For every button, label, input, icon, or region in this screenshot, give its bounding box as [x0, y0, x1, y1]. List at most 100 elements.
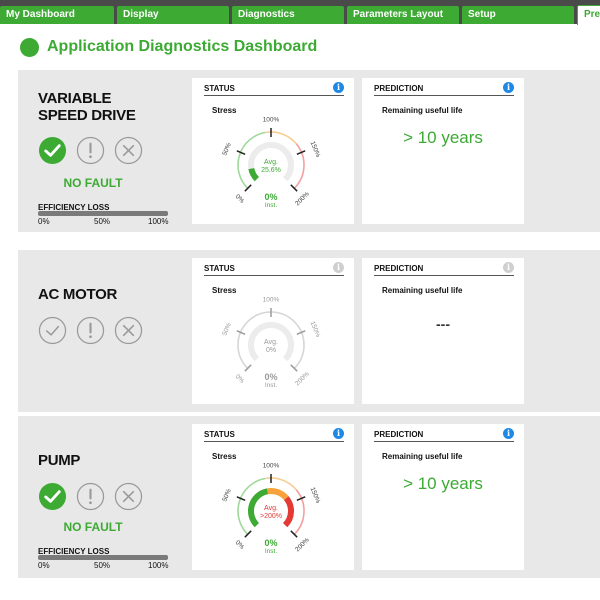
- gauge-scale-label-4: 200%: [294, 536, 311, 553]
- tab-diagnostics[interactable]: Diagnostics: [232, 6, 344, 24]
- status-dot-icon: [20, 37, 39, 57]
- info-icon[interactable]: i: [503, 428, 514, 439]
- status-icons: [38, 136, 148, 166]
- efficiency-tick-100: 100%: [148, 561, 169, 570]
- warning-circle-icon[interactable]: [76, 482, 105, 511]
- device-row-pump: PUMP NO FAULT EFFICIENCY LOSS 0% 50% 100…: [18, 416, 600, 578]
- check-circle-icon[interactable]: [38, 136, 67, 165]
- efficiency-tick-0: 0%: [38, 217, 50, 226]
- remaining-useful-life-value: > 10 years: [403, 474, 483, 493]
- status-card: STATUS i Stress 0% 50% 100% 150% 200% Avg. >20…: [192, 424, 354, 570]
- device-row-variable-speed-drive: VARIABLE SPEED DRIVE NO FAULT EFFICIENCY…: [18, 70, 600, 232]
- remaining-useful-life-value: > 10 years: [403, 128, 483, 147]
- card-divider: [374, 95, 514, 96]
- remaining-useful-life-label: Remaining useful life: [382, 106, 463, 115]
- gauge-scale-label-1: 50%: [221, 142, 233, 157]
- gauge-avg-value: >200%: [260, 513, 282, 520]
- tab-display[interactable]: Display: [117, 6, 229, 24]
- card-divider: [204, 441, 344, 442]
- device-name-line1: PUMP: [38, 452, 81, 469]
- stress-gauge: 0%50%100%150%200%Avg.0%0%Inst.: [221, 297, 321, 390]
- status-icons: [38, 316, 148, 346]
- fault-circle-icon[interactable]: [114, 482, 143, 511]
- gauge-avg-value: 0%: [266, 347, 276, 354]
- efficiency-loss-bar: [38, 555, 168, 560]
- page-title-text: Application Diagnostics Dashboard: [47, 38, 318, 55]
- prediction-card: PREDICTION i Remaining useful life ---: [362, 258, 524, 404]
- stress-gauge: 0%50%100%150%200%Avg.25.6%0%Inst.: [221, 117, 321, 210]
- info-icon[interactable]: i: [503, 82, 514, 93]
- gauge-inst-label: Inst.: [265, 202, 277, 209]
- prediction-card-title: PREDICTION: [374, 84, 424, 93]
- prediction-card-title: PREDICTION: [374, 264, 424, 273]
- gauge-band-2: [293, 489, 305, 535]
- gauge-avg-label: Avg.: [264, 339, 278, 346]
- remaining-useful-life-label: Remaining useful life: [382, 452, 463, 461]
- info-icon[interactable]: i: [333, 262, 344, 273]
- gauge-value-arc: [248, 167, 260, 182]
- stress-gauge: 0%50%100%150%200%Avg.>200%0%Inst.: [221, 463, 321, 556]
- gauge-scale-label-2: 100%: [263, 297, 280, 304]
- device-name-line1: VARIABLE: [38, 90, 112, 107]
- gauge-inst-label: Inst.: [265, 548, 277, 555]
- tab-parameters-layout[interactable]: Parameters Layout: [347, 6, 459, 24]
- efficiency-tick-50: 50%: [94, 217, 111, 226]
- gauge-avg-value: 25.6%: [261, 167, 281, 174]
- gauge-avg-label: Avg.: [264, 505, 278, 512]
- tab-setup[interactable]: Setup: [462, 6, 574, 24]
- device-name-line1: AC MOTOR: [38, 286, 117, 303]
- gauge-value-arc-1: [267, 488, 289, 501]
- gauge-scale-label-0: 0%: [234, 193, 246, 205]
- gauge-band-2: [293, 143, 305, 189]
- status-card-title: STATUS: [204, 84, 235, 93]
- gauge-inst-value: 0%: [264, 372, 277, 382]
- card-divider: [374, 275, 514, 276]
- fault-circle-icon[interactable]: [114, 316, 143, 345]
- efficiency-tick-100: 100%: [148, 217, 169, 226]
- card-divider: [204, 95, 344, 96]
- device-name: AC MOTOR: [38, 286, 117, 303]
- prediction-card: PREDICTION i Remaining useful life > 10 …: [362, 78, 524, 224]
- check-circle-icon[interactable]: [38, 316, 67, 345]
- info-icon[interactable]: i: [503, 262, 514, 273]
- device-name-line2: SPEED DRIVE: [38, 107, 136, 124]
- card-divider: [204, 275, 344, 276]
- gauge-scale-label-1: 50%: [221, 322, 233, 337]
- card-divider: [374, 441, 514, 442]
- device-row-ac-motor: AC MOTOR STATUS i Stress 0% 50% 100% 150% 20…: [18, 250, 600, 412]
- prediction-card: PREDICTION i Remaining useful life > 10 …: [362, 424, 524, 570]
- status-card: STATUS i Stress 0% 50% 100% 150% 200% Avg. 25.…: [192, 78, 354, 224]
- info-icon[interactable]: i: [333, 82, 344, 93]
- gauge-scale-label-3: 150%: [308, 320, 321, 338]
- tab-my-dashboard[interactable]: My Dashboard: [0, 6, 114, 24]
- warning-circle-icon[interactable]: [76, 316, 105, 345]
- gauge-scale-label-2: 100%: [263, 463, 280, 470]
- warning-circle-icon[interactable]: [76, 136, 105, 165]
- gauge-value-arc-2: [282, 496, 294, 528]
- gauge-scale-label-2: 100%: [263, 117, 280, 124]
- fault-circle-icon[interactable]: [114, 136, 143, 165]
- gauge-inst-value: 0%: [264, 192, 277, 202]
- fault-status-label: NO FAULT: [63, 520, 123, 534]
- status-icons: [38, 482, 148, 512]
- gauge-scale-label-3: 150%: [308, 140, 321, 158]
- tab-bar: My Dashboard Display Diagnostics Paramet…: [0, 0, 600, 25]
- prediction-card-title: PREDICTION: [374, 430, 424, 439]
- check-circle-icon[interactable]: [38, 482, 67, 511]
- page-title: Application Diagnostics Dashboard: [20, 36, 317, 58]
- remaining-useful-life-label: Remaining useful life: [382, 286, 463, 295]
- gauge-scale-label-1: 50%: [221, 488, 233, 503]
- status-card-title: STATUS: [204, 264, 235, 273]
- efficiency-tick-0: 0%: [38, 561, 50, 570]
- remaining-useful-life-value: ---: [436, 316, 450, 332]
- info-icon[interactable]: i: [333, 428, 344, 439]
- gauge-avg-label: Avg.: [264, 159, 278, 166]
- gauge-scale-label-0: 0%: [234, 373, 246, 385]
- status-card: STATUS i Stress 0% 50% 100% 150% 200% Avg. 0% 0…: [192, 258, 354, 404]
- gauge-scale-label-4: 200%: [294, 190, 311, 207]
- status-card-title: STATUS: [204, 430, 235, 439]
- device-name: PUMP: [38, 452, 80, 469]
- tab-prediction[interactable]: Pred: [577, 5, 600, 25]
- efficiency-tick-50: 50%: [94, 561, 111, 570]
- efficiency-loss-bar: [38, 211, 168, 216]
